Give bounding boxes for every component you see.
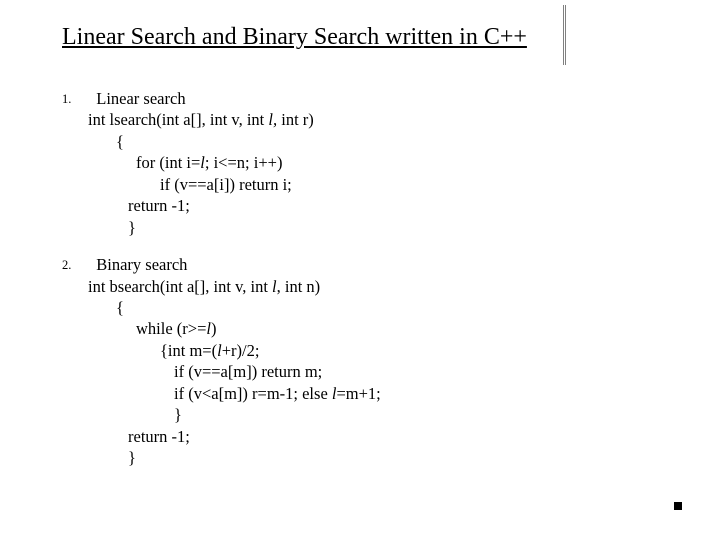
code-block-linear: Linear search int lsearch(int a[], int v… [88, 88, 690, 238]
code-line: while (r>=l) [136, 318, 690, 339]
fn-signature: int lsearch(int a[], int v, int l, int r… [88, 109, 690, 130]
code-line: return -1; [128, 426, 690, 447]
code-line: for (int i=l; i<=n; i++) [136, 152, 690, 173]
heading: Linear search [88, 88, 690, 109]
code-line: } [174, 404, 690, 425]
code-line: {int m=(l+r)/2; [160, 340, 690, 361]
brace-close: } [128, 217, 690, 238]
code-block-binary: Binary search int bsearch(int a[], int v… [88, 254, 690, 468]
slide: Linear Search and Binary Search written … [0, 0, 720, 540]
fn-signature: int bsearch(int a[], int v, int l, int n… [88, 276, 690, 297]
body: 1. Linear search int lsearch(int a[], in… [62, 88, 690, 484]
code-line: return -1; [128, 195, 690, 216]
list-number: 1. [62, 88, 88, 107]
brace-open: { [116, 131, 690, 152]
brace-close: } [128, 447, 690, 468]
list-item: 2. Binary search int bsearch(int a[], in… [62, 254, 690, 468]
code-line: if (v==a[i]) return i; [160, 174, 690, 195]
list-item: 1. Linear search int lsearch(int a[], in… [62, 88, 690, 238]
code-line: if (v<a[m]) r=m-1; else l=m+1; [174, 383, 690, 404]
slide-marker-icon [674, 502, 682, 510]
code-line: if (v==a[m]) return m; [174, 361, 690, 382]
list-number: 2. [62, 254, 88, 273]
page-title: Linear Search and Binary Search written … [62, 22, 660, 52]
heading: Binary search [88, 254, 690, 275]
brace-open: { [116, 297, 690, 318]
